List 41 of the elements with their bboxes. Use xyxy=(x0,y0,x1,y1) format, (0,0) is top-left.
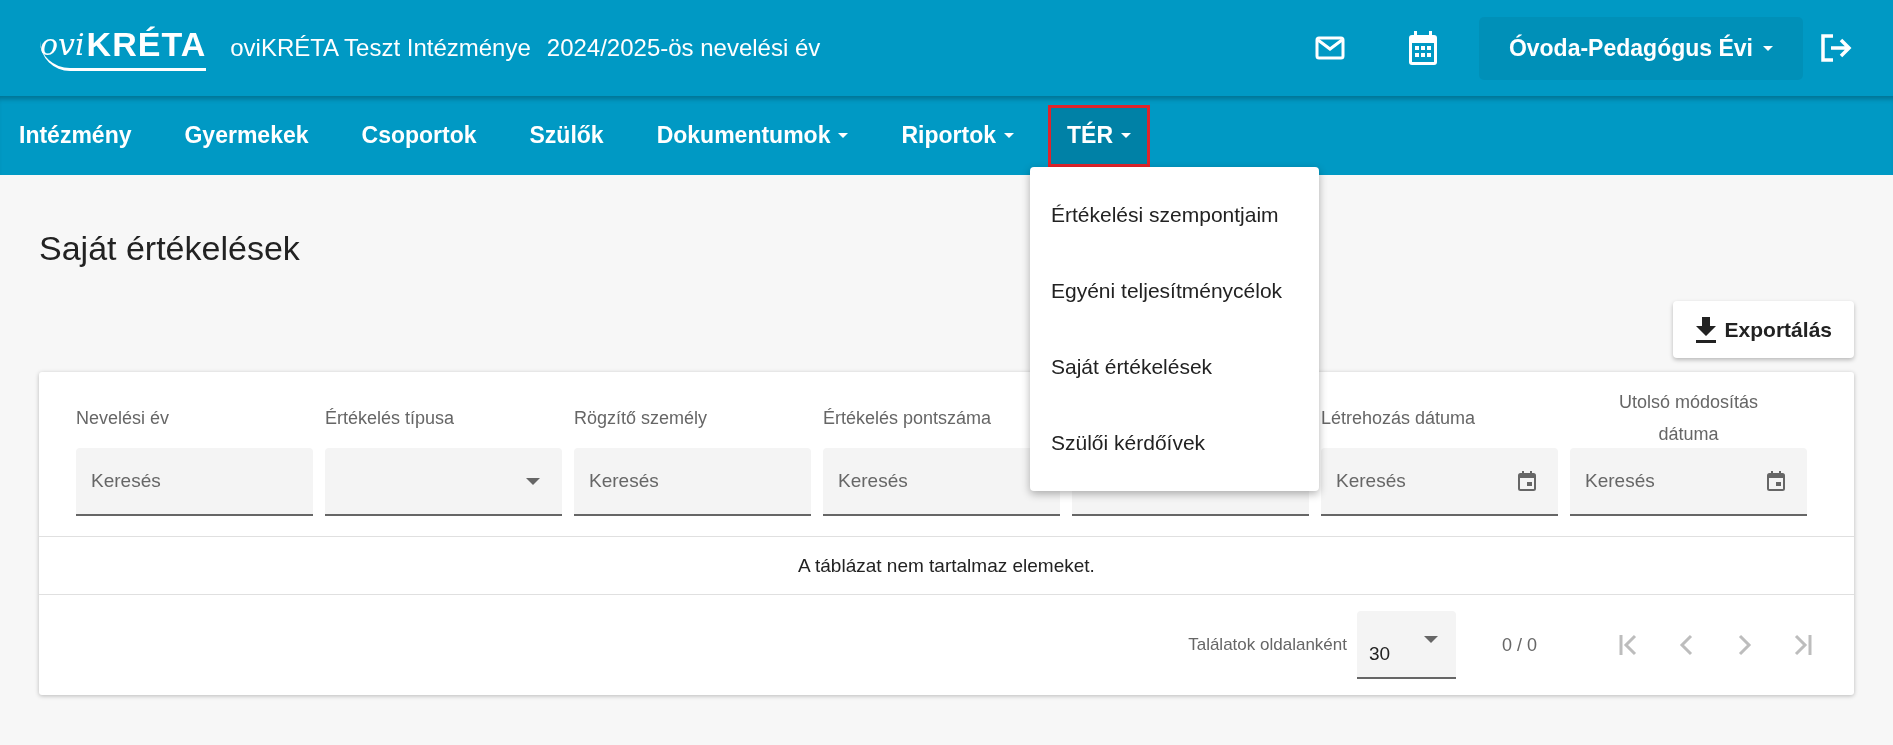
mail-icon[interactable] xyxy=(1314,36,1345,60)
column-header: Létrehozás dátuma xyxy=(1321,407,1476,430)
nav-tab[interactable]: Intézmény xyxy=(0,104,151,167)
calendar-icon[interactable] xyxy=(1767,471,1785,491)
page-title: Saját értékelések xyxy=(39,229,300,268)
nav-tab[interactable]: Szülők xyxy=(510,104,623,167)
nav-tab[interactable]: TÉR xyxy=(1048,104,1150,167)
nav-tab[interactable]: Riportok xyxy=(882,104,1033,167)
nav-tab[interactable]: Gyermekek xyxy=(165,104,328,167)
column-header: Értékelés pontszáma xyxy=(823,407,992,430)
page-size-select[interactable]: 30 xyxy=(1356,611,1456,679)
input-field[interactable]: Keresés xyxy=(574,448,811,516)
school-year: 2024/2025-ös nevelési év xyxy=(546,34,821,62)
menu-item[interactable]: Egyéni teljesítménycélok xyxy=(1030,253,1319,329)
column-header: Nevelési év xyxy=(76,407,170,430)
caret-icon xyxy=(1423,636,1438,643)
calendar-icon[interactable] xyxy=(1518,471,1536,491)
export-button[interactable]: Exportálás xyxy=(1672,301,1854,358)
input-field[interactable]: Keresés xyxy=(1570,448,1807,516)
institution-name: oviKRÉTA Teszt Intézménye xyxy=(230,34,531,62)
page-size-label: Találatok oldalanként xyxy=(1188,635,1347,655)
column-header: Értékelés típusa xyxy=(325,407,455,430)
empty-message: A táblázat nem tartalmaz elemeket. xyxy=(39,536,1854,595)
user-menu-button[interactable]: Óvoda-Pedagógus Évi xyxy=(1478,16,1803,80)
nav-tab[interactable]: Dokumentumok xyxy=(637,104,868,167)
calendar-icon[interactable] xyxy=(1408,31,1437,65)
page-range: 0 / 0 xyxy=(1501,634,1537,656)
caret-icon xyxy=(526,477,540,485)
nav-tab[interactable]: Csoportok xyxy=(342,104,496,167)
menu-item[interactable]: Értékelési szempontjaim xyxy=(1030,177,1319,253)
column-header: Utolsó módosítás dátuma xyxy=(1617,391,1760,446)
input-field[interactable]: Keresés xyxy=(76,448,313,516)
select-field[interactable] xyxy=(325,448,562,516)
caret-icon xyxy=(1763,45,1773,51)
column-header: Rögzítő személy xyxy=(574,407,708,430)
logout-icon[interactable] xyxy=(1819,33,1853,63)
last-page-icon[interactable] xyxy=(1792,633,1814,657)
input-field[interactable]: Keresés xyxy=(1321,448,1558,516)
app-logo[interactable]: oviKRÉTA xyxy=(40,25,207,71)
download-icon xyxy=(1694,316,1717,343)
menu-item[interactable]: Saját értékelések xyxy=(1030,329,1319,405)
